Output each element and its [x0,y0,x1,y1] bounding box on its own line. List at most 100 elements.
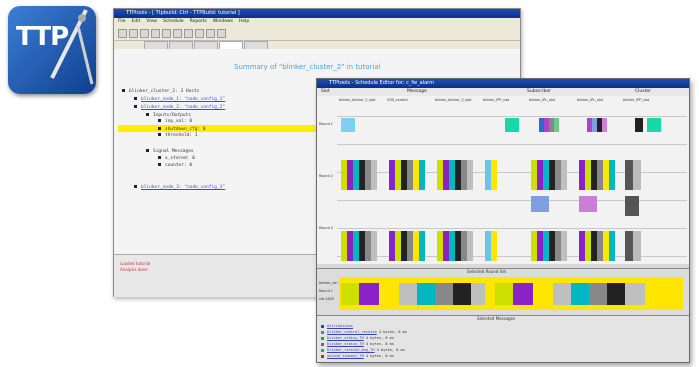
menu-view[interactable]: View [146,18,157,26]
column-header[interactable]: blinker_IPL_slot [529,98,555,102]
grid-line[interactable] [337,228,687,229]
tree-row[interactable]: x_stored: 0 [158,156,195,162]
slot-cell[interactable] [371,231,377,261]
tree-bullet-icon [134,185,137,188]
slot-cell[interactable] [491,231,497,261]
grid-line[interactable] [337,144,687,145]
copy-icon[interactable] [162,28,171,38]
window-titlebar[interactable]: TTPtools - Schedule Editor for: c_fw_ala… [317,79,689,88]
slot-cell[interactable] [633,160,641,190]
open-icon[interactable] [129,28,138,38]
tab-1[interactable] [144,41,168,49]
message-row[interactable]: blinker_status_TH 4 bytes, 8 ms [321,336,394,341]
message-row[interactable]: blinker_status_TH 4 bytes, 8 ms [321,342,394,347]
slot-cell[interactable] [602,118,607,132]
tree-row[interactable]: counter: 0 [158,163,192,169]
frame-segment[interactable] [607,283,625,305]
build-icon[interactable] [184,28,193,38]
slot-cell[interactable] [419,231,425,261]
slot-cell[interactable] [561,160,567,190]
column-header[interactable]: blinker_IPP_slot [483,98,509,102]
slot-cell[interactable] [531,196,549,212]
tree-bullet-icon [158,163,161,166]
slot-cell[interactable] [491,160,497,190]
tab-5[interactable] [244,41,268,49]
frame-segment[interactable] [589,283,607,305]
message-row[interactable]: Attributions [321,324,353,329]
save-icon[interactable] [140,28,149,38]
slot-cell[interactable] [467,160,473,190]
tree-row[interactable]: blinker_node_3: "node_config_3" [134,185,225,191]
slot-cell[interactable] [419,160,425,190]
menu-windows[interactable]: Windows [213,18,233,26]
column-header[interactable]: blinker_blinker_2_slot [339,98,375,102]
slot-cell[interactable] [635,118,643,132]
new-icon[interactable] [118,28,127,38]
menu-schedule[interactable]: Schedule [163,18,184,26]
help-icon[interactable] [217,28,226,38]
slot-cell[interactable] [625,231,633,261]
slot-cell[interactable] [341,118,355,132]
slot-cell[interactable] [609,231,615,261]
slot-cell[interactable] [467,231,473,261]
slot-cell[interactable] [647,118,661,132]
slot-cell[interactable] [561,231,567,261]
paste-icon[interactable] [173,28,182,38]
frame-segment[interactable] [553,283,571,305]
frame-segment[interactable] [435,283,453,305]
frame-segment[interactable] [495,283,513,305]
tab-2[interactable] [169,41,193,49]
slot-cell[interactable] [554,118,559,132]
frame-segment[interactable] [471,283,485,305]
column-header[interactable]: blinker_blinker_3_slot [435,98,471,102]
frame-segment[interactable] [533,283,553,305]
cut-icon[interactable] [151,28,160,38]
tab-4[interactable] [219,41,243,49]
tree-label: threshold: 1 [165,133,198,138]
message-row[interactable]: blinker_control_receive 4 bytes, 8 ms [321,330,407,335]
menu-reports[interactable]: Reports [190,18,207,26]
frame-segment[interactable] [571,283,589,305]
frame-segment[interactable] [359,283,379,305]
frame-segment[interactable] [485,283,495,305]
tab-3[interactable] [194,41,218,49]
frame-segment[interactable] [379,283,399,305]
slot-cell[interactable] [505,118,519,132]
frame-segment[interactable] [453,283,471,305]
tree-row[interactable]: blinker_node_1: "node_config_1" [134,97,225,103]
schedule-icon[interactable] [195,28,204,38]
grid-line[interactable] [337,116,687,117]
slot-cell[interactable] [371,160,377,190]
slot-cell[interactable] [625,196,639,216]
message-row[interactable]: second_timeout_TH 4 bytes, 8 ms [321,354,394,359]
column-header[interactable]: blinker_IPL_slot [577,98,603,102]
tree-row[interactable]: threshold: 1 [158,133,198,139]
menu-help[interactable]: Help [239,18,249,26]
tree-row[interactable]: blinker_node_2: "node_config_2" [134,105,225,111]
frame-segment[interactable] [513,283,533,305]
summary-title: Summary of "blinker_cluster_2" in tutori… [234,63,381,71]
message-bullet-icon [321,342,324,346]
frame-segment[interactable] [417,283,435,305]
message-bullet-icon [321,336,324,340]
frame-segment[interactable] [625,283,645,305]
messages-title: Selected Messages [477,316,516,321]
slot-cell[interactable] [609,160,615,190]
report-icon[interactable] [206,28,215,38]
slot-cell[interactable] [625,160,633,190]
tree-row[interactable]: blinker_cluster_2: 3 Hosts [122,89,199,95]
slot-cell[interactable] [579,196,597,212]
window-titlebar[interactable]: TTPtools - [ Ttpbuild: Ctrl - TTPBuild: … [114,9,520,18]
message-row[interactable]: blinker_receive_msg_TH 4 bytes, 8 ms [321,348,405,353]
column-header[interactable]: VSD_control [387,98,408,102]
frame-segment[interactable] [399,283,417,305]
frame-segment[interactable] [341,283,359,305]
round-set-strip[interactable] [339,277,683,310]
tree-label: Signal Messages [153,149,194,154]
tree-row[interactable]: inp_val: 0 [158,119,192,125]
column-header[interactable]: blinker_IPP_slot [623,98,649,102]
menu-edit[interactable]: Edit [132,18,141,26]
menu-file[interactable]: File [118,18,126,26]
tree-row[interactable]: Signal Messages [146,149,194,155]
slot-cell[interactable] [633,231,641,261]
